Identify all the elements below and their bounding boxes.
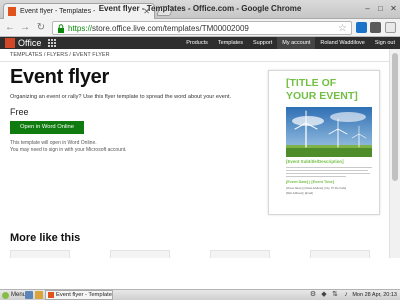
tray-volume-icon[interactable]: ♪: [342, 291, 350, 299]
page-title: Event flyer: [10, 66, 109, 88]
url-scheme: https://: [68, 23, 93, 33]
nav-user-name[interactable]: Roland Waddilove: [315, 37, 369, 49]
template-preview[interactable]: [TITLE OF YOUR EVENT] [Event Subtitle/De…: [268, 70, 380, 215]
nav-products[interactable]: Products: [181, 37, 213, 49]
template-page: Event flyer Organizing an event or rally…: [0, 62, 389, 258]
app-launcher-icon[interactable]: [48, 39, 56, 47]
minimize-icon[interactable]: ‒: [362, 3, 373, 14]
forward-icon[interactable]: →: [18, 21, 32, 35]
scrollbar-thumb[interactable]: [392, 53, 398, 181]
taskbar: Menu Event flyer - Template... ⚙ ◆ ⇅ ♪ M…: [0, 289, 400, 300]
preview-web: [Web Address] | [Email]: [286, 192, 313, 195]
office-brand: Office: [18, 38, 42, 48]
preview-text-line: [286, 176, 346, 177]
office-header: Office Products Templates Support My acc…: [0, 37, 400, 49]
open-note: This template will open in Word Online. …: [10, 140, 190, 153]
nav-templates[interactable]: Templates: [213, 37, 248, 49]
related-template-thumbnail[interactable]: [310, 250, 370, 258]
more-like-this-heading: More like this: [10, 232, 81, 244]
preview-title: [TITLE OF YOUR EVENT]: [286, 77, 376, 103]
breadcrumb[interactable]: Templates / Flyers / Event flyer: [0, 49, 400, 62]
preview-address: [Venue Name] | [Street Address], [City, …: [286, 187, 347, 190]
nav-my-account[interactable]: My account: [277, 37, 316, 49]
start-menu-button[interactable]: Menu: [2, 290, 26, 300]
tab-title: Event flyer - Templates -: [20, 8, 96, 15]
reload-icon[interactable]: ↻: [34, 21, 48, 35]
nav-support[interactable]: Support: [248, 37, 277, 49]
bookmark-star-icon[interactable]: ☆: [338, 23, 347, 34]
extension-icon[interactable]: [356, 22, 367, 33]
tray-network-icon[interactable]: ⇅: [331, 291, 339, 299]
related-template-thumbnail[interactable]: [210, 250, 270, 258]
chrome-menu-icon[interactable]: [385, 22, 396, 33]
tray-shield-icon[interactable]: ◆: [320, 291, 328, 299]
chrome-launcher-icon[interactable]: [35, 291, 43, 299]
extension-icon[interactable]: [370, 22, 381, 33]
preview-subtitle: [Event Subtitle/Description]: [286, 159, 344, 164]
lock-icon: [58, 23, 64, 33]
preview-title-line: [TITLE OF: [286, 77, 337, 89]
close-window-icon[interactable]: ✕: [388, 3, 399, 14]
preview-text-line: [286, 173, 370, 174]
address-bar[interactable]: https://store.office.live.com/templates/…: [52, 21, 352, 35]
system-tray: ⚙ ◆ ⇅ ♪: [309, 291, 350, 299]
related-template-thumbnail[interactable]: [110, 250, 170, 258]
url-path: store.office.live.com/templates/TM000020…: [92, 23, 249, 33]
office-favicon-icon: [8, 7, 16, 16]
preview-title-line: YOUR EVENT]: [286, 90, 358, 102]
chrome-window-icon: [48, 292, 54, 298]
menu-label: Menu: [11, 292, 27, 298]
taskbar-window-label: Event flyer - Template...: [56, 292, 112, 298]
price-label: Free: [10, 107, 29, 117]
office-top-nav: Products Templates Support My account Ro…: [181, 37, 400, 49]
browser-titlebar: Event flyer - Templates - ✕ Event flyer …: [0, 0, 400, 19]
tray-settings-icon[interactable]: ⚙: [309, 291, 317, 299]
browser-toolbar: ← → ↻ https://store.office.live.com/temp…: [0, 19, 400, 37]
office-logo[interactable]: Office: [5, 38, 41, 48]
browser-tab[interactable]: Event flyer - Templates - ✕: [3, 3, 155, 19]
nav-sign-out[interactable]: Sign out: [370, 37, 400, 49]
page-scrollbar[interactable]: [389, 49, 400, 258]
maximize-icon[interactable]: □: [375, 3, 386, 14]
tab-close-icon[interactable]: ✕: [143, 7, 150, 16]
preview-text-line: [286, 170, 368, 171]
desktop-taskbar-area: Menu Event flyer - Template... ⚙ ◆ ⇅ ♪ M…: [0, 258, 400, 300]
template-description: Organizing an event or rally? Use this f…: [10, 94, 232, 100]
related-template-thumbnail[interactable]: [10, 250, 70, 258]
open-in-word-online-button[interactable]: Open in Word Online: [10, 121, 84, 134]
open-note-line: You may need to sign in with your Micros…: [10, 146, 127, 153]
show-desktop-icon[interactable]: [25, 291, 33, 299]
taskbar-clock[interactable]: Mon 28 Apr, 20:13: [352, 290, 397, 300]
wind-turbine-image: [286, 107, 372, 157]
new-tab-button[interactable]: [156, 6, 174, 16]
taskbar-window-chrome[interactable]: Event flyer - Template...: [45, 290, 113, 300]
preview-text-line: [286, 167, 372, 168]
back-icon[interactable]: ←: [3, 21, 17, 35]
office-logo-icon: [5, 38, 15, 48]
mint-logo-icon: [2, 291, 9, 299]
preview-date-time: [Event Date] | [Event Time]: [286, 180, 335, 184]
